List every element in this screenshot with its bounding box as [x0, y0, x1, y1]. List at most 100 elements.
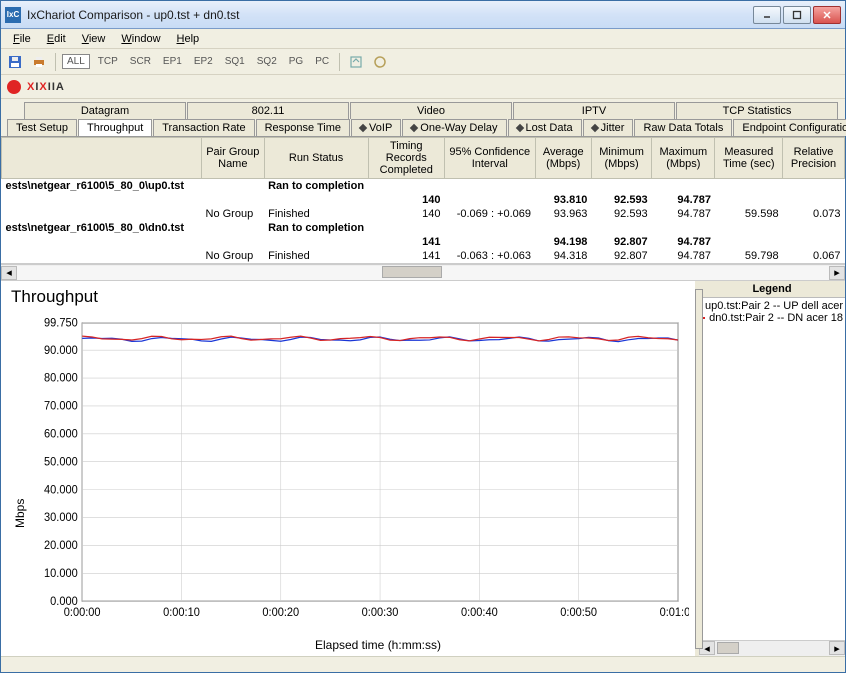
table-row[interactable]: No GroupFinished140-0.069 : +0.06993.963…: [2, 207, 845, 221]
legend-scrollbar[interactable]: ◂ ▸: [699, 640, 845, 656]
chart-plot[interactable]: 0.00010.00020.00030.00040.00050.00060.00…: [27, 313, 689, 636]
toolbar: ALL TCP SCR EP1 EP2 SQ1 SQ2 PG PC: [1, 49, 845, 75]
filter-pc[interactable]: PC: [311, 55, 333, 68]
col-header[interactable]: Pair Group Name: [202, 138, 265, 179]
tab-transaction-rate[interactable]: Transaction Rate: [153, 119, 254, 136]
minimize-button[interactable]: [753, 6, 781, 24]
col-header[interactable]: 95% Confidence Interval: [444, 138, 535, 179]
chart-xlabel: Elapsed time (h:mm:ss): [27, 636, 689, 654]
table-row[interactable]: ests\netgear_r6100\5_80_0\dn0.tstRan to …: [2, 221, 845, 235]
menu-help[interactable]: Help: [169, 31, 208, 47]
cell: 94.787: [652, 235, 715, 249]
tab-voip[interactable]: VoIP: [351, 119, 401, 136]
content-area: Pair Group NameRun StatusTiming Records …: [1, 137, 845, 656]
svg-text:80.000: 80.000: [44, 371, 78, 385]
brand-logo: XIXIIA: [27, 81, 65, 93]
cell: [715, 179, 783, 194]
col-header[interactable]: Minimum (Mbps): [591, 138, 651, 179]
filter-all[interactable]: ALL: [62, 54, 90, 69]
cell: 94.318: [535, 249, 591, 263]
col-header[interactable]: Average (Mbps): [535, 138, 591, 179]
cell: [444, 235, 535, 249]
menu-file[interactable]: FFileile: [5, 31, 39, 47]
cell: 0.067: [783, 249, 845, 263]
cell: [264, 193, 368, 207]
cell: [715, 221, 783, 235]
cell: [444, 221, 535, 235]
print-icon[interactable]: [29, 52, 49, 72]
menu-edit[interactable]: Edit: [39, 31, 74, 47]
tab-test-setup[interactable]: Test Setup: [7, 119, 77, 136]
cell: [202, 235, 265, 249]
col-header[interactable]: Measured Time (sec): [715, 138, 783, 179]
legend-item[interactable]: dn0.tst:Pair 2 -- DN acer 18: [701, 312, 843, 324]
col-header[interactable]: Maximum (Mbps): [652, 138, 715, 179]
cell: 92.807: [591, 249, 651, 263]
cell: ests\netgear_r6100\5_80_0\up0.tst: [2, 179, 202, 194]
tab-label: VoIP: [369, 122, 392, 134]
cell: [264, 235, 368, 249]
tab-label: Transaction Rate: [162, 122, 245, 134]
filter-sq1[interactable]: SQ1: [221, 55, 249, 68]
titlebar[interactable]: IxC IxChariot Comparison - up0.tst + dn0…: [1, 1, 845, 29]
tab-802-11[interactable]: 802.11: [187, 102, 349, 119]
cell: [783, 221, 845, 235]
legend-scroll-right-icon[interactable]: ▸: [829, 641, 845, 655]
app-window: IxC IxChariot Comparison - up0.tst + dn0…: [0, 0, 846, 673]
tab-one-way-delay[interactable]: One-Way Delay: [402, 119, 506, 136]
export-icon[interactable]: [346, 52, 366, 72]
tab-lost-data[interactable]: Lost Data: [508, 119, 582, 136]
brandbar: XIXIIA: [1, 75, 845, 99]
refresh-icon[interactable]: [370, 52, 390, 72]
menu-window[interactable]: Window: [113, 31, 168, 47]
cell: -0.063 : +0.063: [444, 249, 535, 263]
tab-datagram[interactable]: Datagram: [24, 102, 186, 119]
tab-jitter[interactable]: Jitter: [583, 119, 634, 136]
filter-pg[interactable]: PG: [285, 55, 307, 68]
tab-throughput[interactable]: Throughput: [78, 119, 152, 136]
scroll-thumb[interactable]: [382, 266, 442, 278]
tab-label: Endpoint Configuration: [742, 122, 846, 134]
table-row[interactable]: No GroupFinished141-0.063 : +0.06394.318…: [2, 249, 845, 263]
cell: [2, 207, 202, 221]
filter-ep2[interactable]: EP2: [190, 55, 217, 68]
tab-iptv[interactable]: IPTV: [513, 102, 675, 119]
tab-tcp-statistics[interactable]: TCP Statistics: [676, 102, 838, 119]
tab-endpoint-configuration[interactable]: Endpoint Configuration: [733, 119, 846, 136]
col-header[interactable]: Timing Records Completed: [368, 138, 444, 179]
info-icon[interactable]: [7, 80, 21, 94]
tab-video[interactable]: Video: [350, 102, 512, 119]
cell: [2, 193, 202, 207]
tab-strip: Datagram802.11VideoIPTVTCP Statistics Te…: [1, 99, 845, 137]
filter-sq2[interactable]: SQ2: [253, 55, 281, 68]
pin-icon: [515, 124, 523, 132]
cell: 141: [368, 235, 444, 249]
menu-view[interactable]: View: [74, 31, 114, 47]
legend-scroll-thumb[interactable]: [717, 642, 739, 654]
cell: 141: [368, 249, 444, 263]
table-row[interactable]: 14093.81092.59394.787: [2, 193, 845, 207]
filter-scr[interactable]: SCR: [126, 55, 155, 68]
scroll-right-icon[interactable]: ▸: [829, 266, 845, 280]
cell: 94.198: [535, 235, 591, 249]
save-icon[interactable]: [5, 52, 25, 72]
cell: 94.787: [652, 207, 715, 221]
cell: [783, 235, 845, 249]
col-header[interactable]: [2, 138, 202, 179]
scroll-left-icon[interactable]: ◂: [1, 266, 17, 280]
col-header[interactable]: Relative Precision: [783, 138, 845, 179]
maximize-button[interactable]: [783, 6, 811, 24]
legend-item[interactable]: up0.tst:Pair 2 -- UP dell acer: [701, 300, 843, 312]
table-row[interactable]: 14194.19892.80794.787: [2, 235, 845, 249]
grid-hscrollbar[interactable]: ◂ ▸: [1, 264, 845, 280]
tab-response-time[interactable]: Response Time: [256, 119, 350, 136]
legend-title: Legend: [699, 281, 845, 298]
tab-raw-data-totals[interactable]: Raw Data Totals: [634, 119, 732, 136]
col-header[interactable]: Run Status: [264, 138, 368, 179]
filter-ep1[interactable]: EP1: [159, 55, 186, 68]
filter-tcp[interactable]: TCP: [94, 55, 122, 68]
table-row[interactable]: ests\netgear_r6100\5_80_0\up0.tstRan to …: [2, 179, 845, 194]
svg-text:0:00:40: 0:00:40: [461, 606, 498, 620]
close-button[interactable]: [813, 6, 841, 24]
svg-text:0:00:00: 0:00:00: [64, 606, 101, 620]
